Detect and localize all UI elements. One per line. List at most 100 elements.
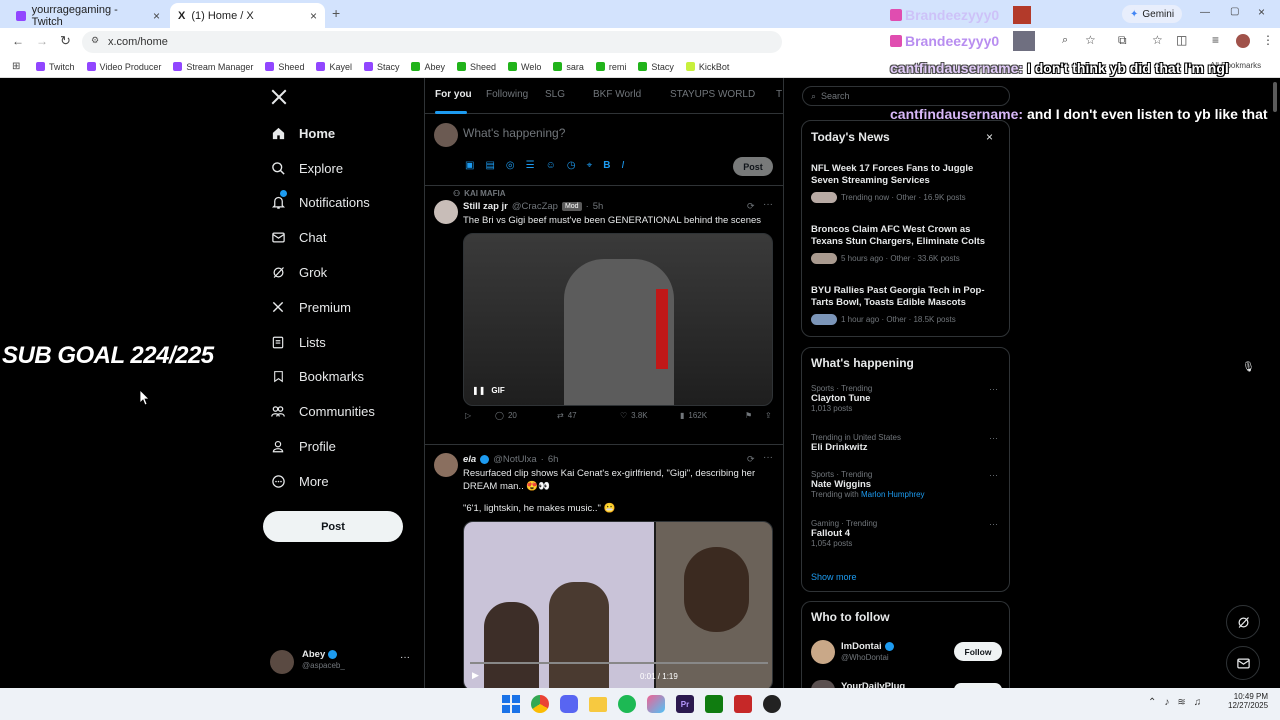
sidebar-item-more[interactable]: More: [270, 468, 329, 494]
microphone-icon[interactable]: ♪: [1164, 697, 1169, 708]
more-dots-icon[interactable]: ···: [763, 452, 773, 463]
compose-post-button[interactable]: Post: [733, 157, 773, 176]
tab-x-home[interactable]: X (1) Home / X ×: [170, 3, 325, 28]
media-icon[interactable]: ▣: [465, 160, 474, 171]
gif-icon[interactable]: ▤: [485, 160, 494, 171]
bookmark-item[interactable]: Sheed: [457, 62, 496, 72]
clock[interactable]: 10:49 PM 12/27/2025: [1228, 692, 1268, 710]
like-button[interactable]: ♡ 3.8K: [620, 411, 648, 420]
grok-float-button[interactable]: [1226, 605, 1260, 639]
post-button[interactable]: Post: [263, 511, 403, 542]
xbox-icon[interactable]: [705, 695, 723, 713]
compose-input[interactable]: What's happening?: [463, 126, 565, 140]
location-icon[interactable]: ⌖: [587, 160, 593, 171]
apps-grid-icon[interactable]: ⊞: [12, 61, 20, 72]
schedule-icon[interactable]: ◷: [567, 160, 576, 171]
bookmark-item[interactable]: Video Producer: [86, 62, 161, 72]
repost-button[interactable]: ⇄ 47: [557, 411, 577, 420]
sidebar-item-profile[interactable]: Profile: [270, 433, 336, 459]
bookmark-item[interactable]: KickBot: [685, 62, 729, 72]
trend-item[interactable]: Sports · Trending Clayton Tune 1,013 pos…: [811, 384, 1001, 413]
reload-icon[interactable]: ↻: [60, 33, 71, 49]
play-icon[interactable]: ▶: [472, 670, 479, 681]
address-bar[interactable]: ⚙ x.com/home: [82, 31, 782, 53]
follow-button[interactable]: Follow: [954, 642, 1002, 661]
bookmark-item[interactable]: Abey: [411, 62, 445, 72]
tab-for-you[interactable]: For you: [435, 89, 472, 100]
sidebar-item-bookmarks[interactable]: Bookmarks: [270, 363, 364, 389]
show-more-link[interactable]: Show more: [811, 572, 857, 582]
sidebar-item-premium[interactable]: Premium: [270, 294, 351, 320]
tweet-media[interactable]: ❚❚ GIF: [463, 233, 773, 406]
avatar[interactable]: [434, 453, 458, 477]
more-dots-icon[interactable]: ···: [989, 384, 998, 394]
video-progress[interactable]: [470, 662, 768, 664]
tab-bkf-world[interactable]: BKF World: [593, 89, 641, 100]
bookmark-item[interactable]: Sheed: [265, 62, 304, 72]
grok-icon[interactable]: ⟳: [747, 454, 755, 465]
tab-following[interactable]: Following: [486, 89, 528, 100]
news-item[interactable]: NFL Week 17 Forces Fans to Juggle Seven …: [811, 163, 1001, 203]
tweet-author[interactable]: ela: [463, 454, 476, 465]
close-tab-icon[interactable]: ×: [153, 9, 160, 23]
sidebar-item-home[interactable]: Home: [270, 120, 335, 146]
tab-more[interactable]: TI: [776, 89, 783, 100]
news-item[interactable]: BYU Rallies Past Georgia Tech in Pop-Tar…: [811, 285, 1001, 325]
microphone-icon[interactable]: 🎙: [1242, 362, 1255, 373]
sidebar-item-communities[interactable]: Communities: [270, 398, 375, 424]
new-tab-icon[interactable]: +: [332, 5, 340, 21]
tweet-author[interactable]: Still zap jr: [463, 201, 508, 212]
file-explorer-icon[interactable]: [589, 697, 607, 712]
bookmark-item[interactable]: sara: [553, 62, 584, 72]
bookmark-item[interactable]: remi: [595, 62, 626, 72]
bookmark-item[interactable]: Kayel: [316, 62, 352, 72]
share-icon[interactable]: ⇪: [765, 411, 772, 420]
views-button[interactable]: ▮ 162K: [680, 411, 707, 420]
poll-icon[interactable]: ☰: [526, 160, 535, 171]
more-dots-icon[interactable]: ···: [400, 652, 410, 663]
tab-stayups-world[interactable]: STAYUPS WORLD: [670, 89, 755, 100]
emoji-icon[interactable]: ☺: [546, 160, 556, 171]
chrome-icon[interactable]: [531, 695, 549, 713]
sidebar-item-lists[interactable]: Lists: [270, 329, 326, 355]
tweet-video[interactable]: ▶ 0:01 / 1:19: [463, 521, 773, 688]
grok-icon[interactable]: ⟳: [747, 201, 755, 212]
back-icon[interactable]: ←: [12, 34, 24, 48]
bookmark-item[interactable]: Stream Manager: [173, 62, 253, 72]
trend-with-link[interactable]: Marlon Humphrey: [861, 490, 925, 499]
chevron-up-icon[interactable]: ⌃: [1148, 697, 1156, 708]
more-dots-icon[interactable]: ···: [989, 470, 998, 480]
sidebar-item-explore[interactable]: Explore: [270, 155, 343, 181]
wifi-icon[interactable]: ≋: [1177, 697, 1185, 708]
follow-suggestion[interactable]: ImDontai @WhoDontai Follow: [811, 640, 1003, 666]
tweet[interactable]: ⚇ KAI MAFIA Still zap jr @CracZap Mod · …: [425, 186, 783, 444]
windows-start-icon[interactable]: [502, 695, 520, 713]
volume-icon[interactable]: ♫: [1194, 697, 1202, 708]
trend-item[interactable]: Gaming · Trending Fallout 4 1,054 posts …: [811, 519, 1001, 548]
sidebar-item-notifications[interactable]: Notifications: [270, 189, 370, 215]
premiere-icon[interactable]: Pr: [676, 695, 694, 713]
news-item[interactable]: Broncos Claim AFC West Crown as Texans S…: [811, 224, 1001, 264]
site-info-icon[interactable]: ⚙: [91, 35, 99, 46]
obs-icon[interactable]: [763, 695, 781, 713]
bold-icon[interactable]: B: [603, 160, 610, 171]
view-icon[interactable]: ▷: [465, 411, 471, 420]
sidebar-item-grok[interactable]: Grok: [270, 259, 327, 285]
account-switcher[interactable]: Abey @aspaceb_ ···: [270, 648, 415, 674]
bookmark-item[interactable]: Stacy: [363, 62, 399, 72]
x-logo-icon[interactable]: [270, 88, 288, 106]
tab-slg[interactable]: SLG: [545, 89, 565, 100]
avatar[interactable]: [434, 200, 458, 224]
sidebar-item-chat[interactable]: Chat: [270, 224, 326, 250]
tweet[interactable]: ela @NotUlxa · 6h ⟳ ··· Resurfaced clip …: [425, 445, 783, 688]
more-dots-icon[interactable]: ···: [989, 519, 998, 529]
italic-icon[interactable]: I: [621, 160, 624, 171]
more-dots-icon[interactable]: ···: [989, 433, 998, 443]
more-dots-icon[interactable]: ···: [763, 199, 773, 210]
trend-item[interactable]: Sports · Trending Nate Wiggins Trending …: [811, 470, 1001, 499]
messages-float-button[interactable]: [1226, 646, 1260, 680]
discord-icon[interactable]: [560, 695, 578, 713]
trend-item[interactable]: Trending in United States Eli Drinkwitz …: [811, 433, 1001, 453]
photos-icon[interactable]: [647, 695, 665, 713]
spotify-icon[interactable]: [618, 695, 636, 713]
